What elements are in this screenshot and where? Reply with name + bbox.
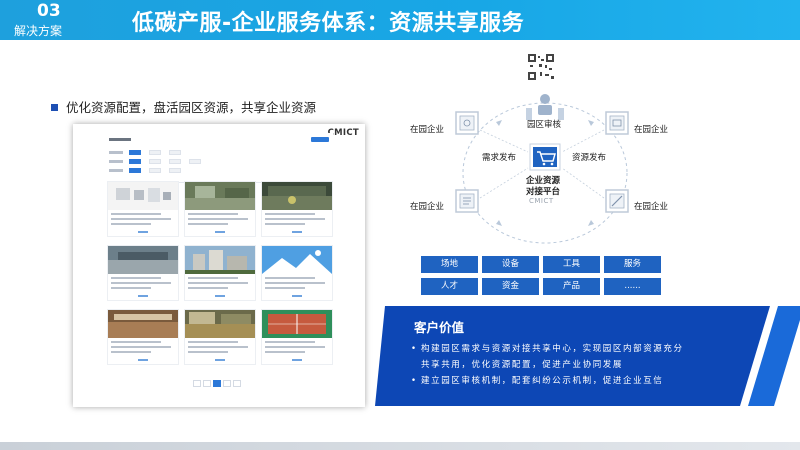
- footer-bar: [0, 442, 800, 450]
- card-image: [108, 246, 178, 274]
- page-button[interactable]: [223, 380, 231, 387]
- card-image: [185, 246, 255, 274]
- portal-publish-button[interactable]: [311, 137, 329, 142]
- value-bullet: •: [411, 344, 418, 354]
- enterprise-label: 在园企业: [634, 125, 669, 135]
- page-button[interactable]: [203, 380, 211, 387]
- page-title: 低碳产服-企业服务体系：资源共享服务: [132, 11, 525, 36]
- resource-button-venue[interactable]: 场地: [421, 256, 478, 273]
- bullet-text: 优化资源配置，盘活园区资源，共享企业资源: [66, 100, 317, 115]
- enterprise-box-icon: [455, 111, 479, 135]
- resource-card[interactable]: [184, 245, 256, 301]
- resource-card[interactable]: [184, 309, 256, 365]
- enterprise-label: 在园企业: [410, 125, 445, 135]
- card-image: [185, 310, 255, 338]
- value-item: • 构建园区需求与资源对接共享中心，实现园区内部资源充分: [411, 341, 684, 358]
- portal-panel-title: [109, 138, 131, 141]
- audit-label: 园区审核: [527, 120, 562, 130]
- resource-card[interactable]: [107, 181, 179, 237]
- resource-card[interactable]: [261, 245, 333, 301]
- demand-label: 需求发布: [482, 153, 517, 163]
- card-image: [262, 246, 332, 274]
- section-number: 03: [37, 1, 61, 21]
- shopping-cart-icon: [529, 143, 561, 171]
- enterprise-label: 在园企业: [634, 202, 669, 212]
- enterprise-box-icon: [605, 189, 629, 213]
- qr-code-icon: [528, 54, 554, 80]
- bullet-square-icon: [51, 104, 58, 111]
- value-item-continued: 共享共用，优化资源配置，促进产业协同发展: [421, 360, 624, 370]
- resource-button-products[interactable]: 产品: [543, 278, 600, 295]
- enterprise-box-icon: [605, 111, 629, 135]
- resource-button-tools[interactable]: 工具: [543, 256, 600, 273]
- header-bar: 03 解决方案 低碳产服-企业服务体系：资源共享服务: [0, 0, 800, 40]
- value-line: 建立园区审核机制，配套纠纷公示机制，促进企业互信: [421, 376, 664, 386]
- value-title: 客户价值: [414, 320, 465, 335]
- portal-screenshot: CMICT: [73, 124, 365, 407]
- value-line: 构建园区需求与资源对接共享中心，实现园区内部资源充分: [421, 344, 684, 354]
- enterprise-label: 在园企业: [410, 202, 445, 212]
- section-label: 解决方案: [14, 24, 63, 38]
- resource-button-funds[interactable]: 资金: [482, 278, 539, 295]
- enterprise-box-icon: [455, 189, 479, 213]
- resource-sharing-diagram: 在园企业 在园企业 在园企业 在园企业 园区审核 需求发布 资源发布 企业资源 …: [400, 48, 690, 248]
- portal-filter-row: [109, 168, 219, 173]
- card-image: [108, 310, 178, 338]
- audit-people-icon: [526, 94, 564, 120]
- portal-filter-row: [109, 159, 219, 164]
- resource-card[interactable]: [184, 181, 256, 237]
- page-button-active[interactable]: [213, 380, 221, 387]
- value-item: • 建立园区审核机制，配套纠纷公示机制，促进企业互信: [411, 373, 663, 390]
- card-image: [185, 182, 255, 210]
- platform-label: 对接平台: [526, 187, 561, 197]
- resource-button-talent[interactable]: 人才: [421, 278, 478, 295]
- resource-button-more[interactable]: ......: [604, 278, 661, 295]
- card-image: [262, 310, 332, 338]
- resource-button-equipment[interactable]: 设备: [482, 256, 539, 273]
- card-image: [262, 182, 332, 210]
- portal-filter-panel: [107, 133, 333, 183]
- card-image: [108, 182, 178, 210]
- page-next-button[interactable]: [233, 380, 241, 387]
- resource-card[interactable]: [261, 309, 333, 365]
- page-prev-button[interactable]: [193, 380, 201, 387]
- portal-filter-row: [109, 150, 219, 155]
- resource-card[interactable]: [107, 245, 179, 301]
- portal-pagination: [193, 380, 247, 388]
- platform-brand: CMICT: [529, 197, 554, 205]
- value-bullet: •: [411, 376, 418, 386]
- resource-button-service[interactable]: 服务: [604, 256, 661, 273]
- resource-card[interactable]: [107, 309, 179, 365]
- resource-card[interactable]: [261, 181, 333, 237]
- resource-publish-label: 资源发布: [572, 153, 607, 163]
- slide: 03 解决方案 低碳产服-企业服务体系：资源共享服务 优化资源配置，盘活园区资源…: [0, 0, 800, 450]
